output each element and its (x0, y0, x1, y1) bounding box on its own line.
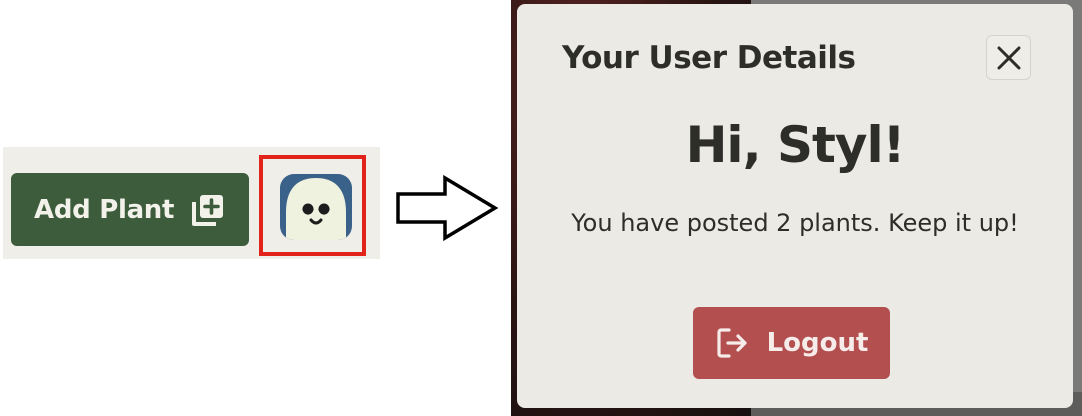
add-plant-button[interactable]: Add Plant (11, 173, 249, 246)
right-arrow-icon (396, 175, 499, 241)
posts-message: You have posted 2 plants. Keep it up! (571, 209, 1019, 237)
close-button[interactable] (986, 35, 1031, 80)
modal-title: Your User Details (562, 40, 856, 76)
close-icon (997, 46, 1020, 69)
logout-button[interactable]: Logout (693, 307, 890, 379)
ghost-avatar-icon (286, 178, 346, 240)
avatar-highlight-box (259, 155, 366, 256)
screenshot-root: Add Plant Your User Details Hi, Styl! Yo… (0, 0, 1082, 416)
add-plant-label: Add Plant (34, 194, 175, 225)
header-toolbar: Add Plant (3, 147, 380, 259)
logout-icon (715, 326, 749, 360)
logout-label: Logout (766, 328, 869, 358)
user-details-modal: Your User Details Hi, Styl! You have pos… (517, 4, 1073, 408)
add-square-icon (188, 190, 228, 230)
greeting-heading: Hi, Styl! (685, 116, 906, 174)
user-avatar-button[interactable] (280, 174, 352, 240)
